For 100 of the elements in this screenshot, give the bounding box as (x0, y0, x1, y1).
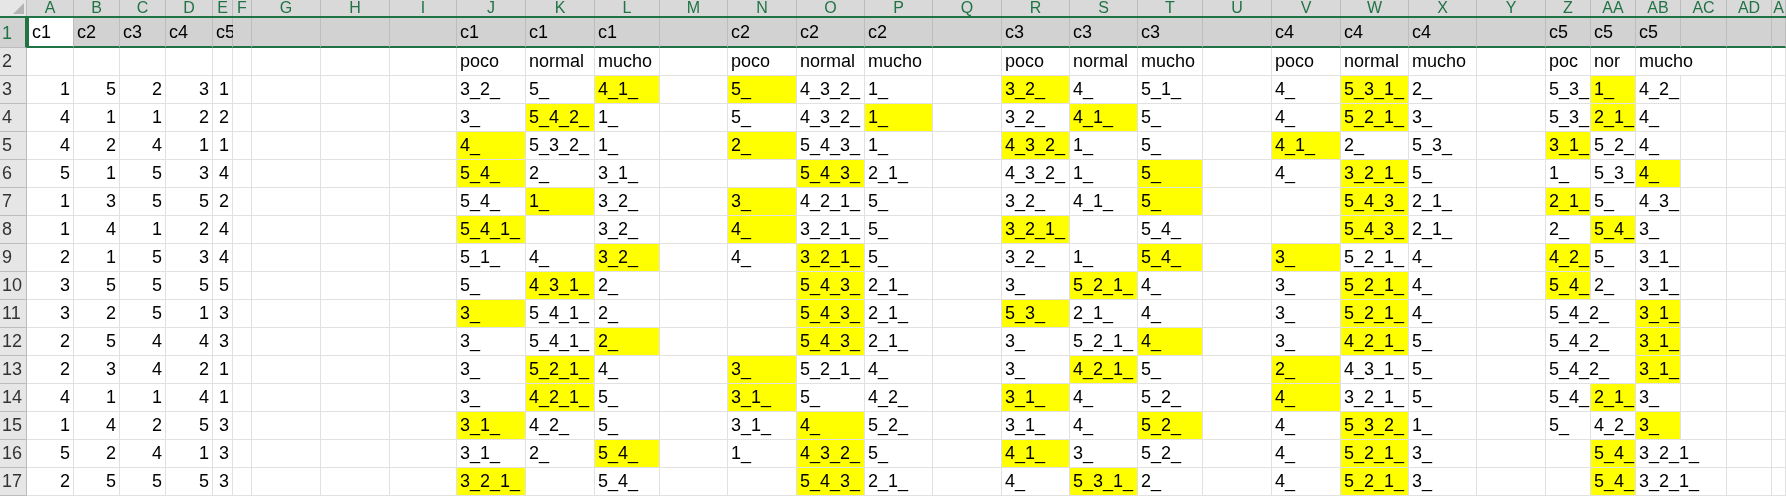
cell[interactable] (660, 18, 728, 48)
cell[interactable] (1477, 48, 1546, 76)
cell[interactable] (1203, 18, 1272, 48)
cell[interactable] (1203, 244, 1272, 272)
cell[interactable] (1772, 188, 1786, 216)
cell[interactable] (1203, 48, 1272, 76)
cell[interactable]: 2_1_ (865, 328, 933, 356)
cell[interactable] (390, 300, 457, 328)
cell[interactable]: 1_ (595, 132, 660, 160)
cell[interactable] (660, 48, 728, 76)
cell[interactable]: c4 (1341, 18, 1409, 48)
cell[interactable] (252, 440, 321, 468)
cell[interactable]: 5_4_ (595, 440, 660, 468)
cell[interactable]: 5_ (457, 272, 526, 300)
cell[interactable]: 2 (166, 216, 213, 244)
cell[interactable]: 3 (213, 440, 233, 468)
cell[interactable]: 3_1_ (1636, 356, 1681, 384)
cell[interactable] (660, 132, 728, 160)
column-header[interactable]: B (74, 0, 120, 16)
cell[interactable] (728, 328, 797, 356)
cell[interactable] (1727, 328, 1772, 356)
cell[interactable] (1727, 188, 1772, 216)
cell[interactable]: 1 (213, 384, 233, 412)
cell[interactable] (1681, 188, 1727, 216)
cell[interactable]: 5_4_3_ (797, 160, 865, 188)
cell[interactable] (728, 468, 797, 496)
cell[interactable]: c1 (457, 18, 526, 48)
cell[interactable] (233, 104, 252, 132)
column-header[interactable]: W (1341, 0, 1409, 16)
cell[interactable]: 3_ (1002, 356, 1070, 384)
cell[interactable]: 1 (27, 216, 74, 244)
cell[interactable] (1477, 160, 1546, 188)
cell[interactable]: 4_3_2_ (797, 76, 865, 104)
cell[interactable] (660, 356, 728, 384)
cell[interactable] (1681, 76, 1727, 104)
cell[interactable]: 2_ (1409, 76, 1477, 104)
cell[interactable]: 4_ (1272, 76, 1341, 104)
cell[interactable]: poco (1272, 48, 1341, 76)
cell[interactable]: 5 (213, 272, 233, 300)
cell[interactable]: 5_ (1138, 356, 1203, 384)
cell[interactable]: 5_2_1_ (526, 356, 595, 384)
cell[interactable]: 1_ (865, 132, 933, 160)
column-header[interactable]: V (1272, 0, 1341, 16)
row-header[interactable]: 6 (0, 160, 27, 188)
cell[interactable]: 5_4_1_ (526, 328, 595, 356)
cell[interactable] (233, 328, 252, 356)
column-header[interactable]: F (233, 0, 252, 16)
cell[interactable]: 1 (27, 76, 74, 104)
cell[interactable] (933, 104, 1002, 132)
cell[interactable] (1203, 468, 1272, 496)
cell[interactable]: 1 (27, 188, 74, 216)
column-header[interactable]: L (595, 0, 660, 16)
cell[interactable] (390, 384, 457, 412)
cell[interactable]: 5_4_1_ (457, 216, 526, 244)
cell[interactable] (252, 412, 321, 440)
cell[interactable]: 5_2_1_ (1341, 440, 1409, 468)
cell[interactable]: 3_1_ (728, 384, 797, 412)
cell[interactable]: 4_ (1409, 272, 1477, 300)
cell[interactable]: normal (1070, 48, 1138, 76)
cell[interactable]: 4 (120, 356, 166, 384)
cell[interactable]: 5 (120, 244, 166, 272)
cell[interactable]: c2 (865, 18, 933, 48)
cell[interactable]: 4_ (1409, 244, 1477, 272)
row-header[interactable]: 3 (0, 76, 27, 104)
cell[interactable]: 3_2_1_ (1636, 440, 1727, 468)
column-header[interactable]: H (321, 0, 390, 16)
cell[interactable]: 4_2_ (1636, 76, 1681, 104)
cell[interactable]: c4 (166, 18, 213, 48)
cell[interactable]: 1 (74, 384, 120, 412)
cell[interactable]: normal (797, 48, 865, 76)
cell[interactable]: 5_2_1_ (797, 356, 865, 384)
cell[interactable]: 2_1_ (865, 468, 933, 496)
cell[interactable]: 3_ (1002, 328, 1070, 356)
cell[interactable]: 3_ (457, 104, 526, 132)
cell[interactable]: 5_3_ (1546, 104, 1591, 132)
row-header[interactable]: 4 (0, 104, 27, 132)
cell[interactable]: 3_1_ (595, 160, 660, 188)
cell[interactable]: 4_1_ (1272, 132, 1341, 160)
cell[interactable]: 4_ (728, 244, 797, 272)
cell[interactable]: 1_ (1070, 160, 1138, 188)
cell[interactable]: 3 (213, 412, 233, 440)
column-header[interactable]: I (390, 0, 457, 16)
cell[interactable]: 5_ (595, 412, 660, 440)
cell[interactable] (1727, 160, 1772, 188)
cell[interactable]: 3_2_1_ (1341, 160, 1409, 188)
cell[interactable]: 4 (120, 132, 166, 160)
cell[interactable] (1477, 244, 1546, 272)
cell[interactable] (1203, 76, 1272, 104)
cell[interactable] (252, 48, 321, 76)
cell[interactable] (1203, 272, 1272, 300)
cell[interactable]: 5_2_1_ (1070, 328, 1138, 356)
cell[interactable]: 5_4_3_ (1341, 188, 1409, 216)
cell[interactable]: 3_2_1_ (1002, 216, 1070, 244)
cell[interactable]: 1_ (728, 440, 797, 468)
cell[interactable]: 5_4_2_ (1546, 300, 1636, 328)
cell[interactable]: 3_ (1272, 300, 1341, 328)
cell[interactable] (252, 188, 321, 216)
cell[interactable]: 4_2_1_ (797, 188, 865, 216)
cell[interactable] (1546, 440, 1591, 468)
cell[interactable] (321, 356, 390, 384)
